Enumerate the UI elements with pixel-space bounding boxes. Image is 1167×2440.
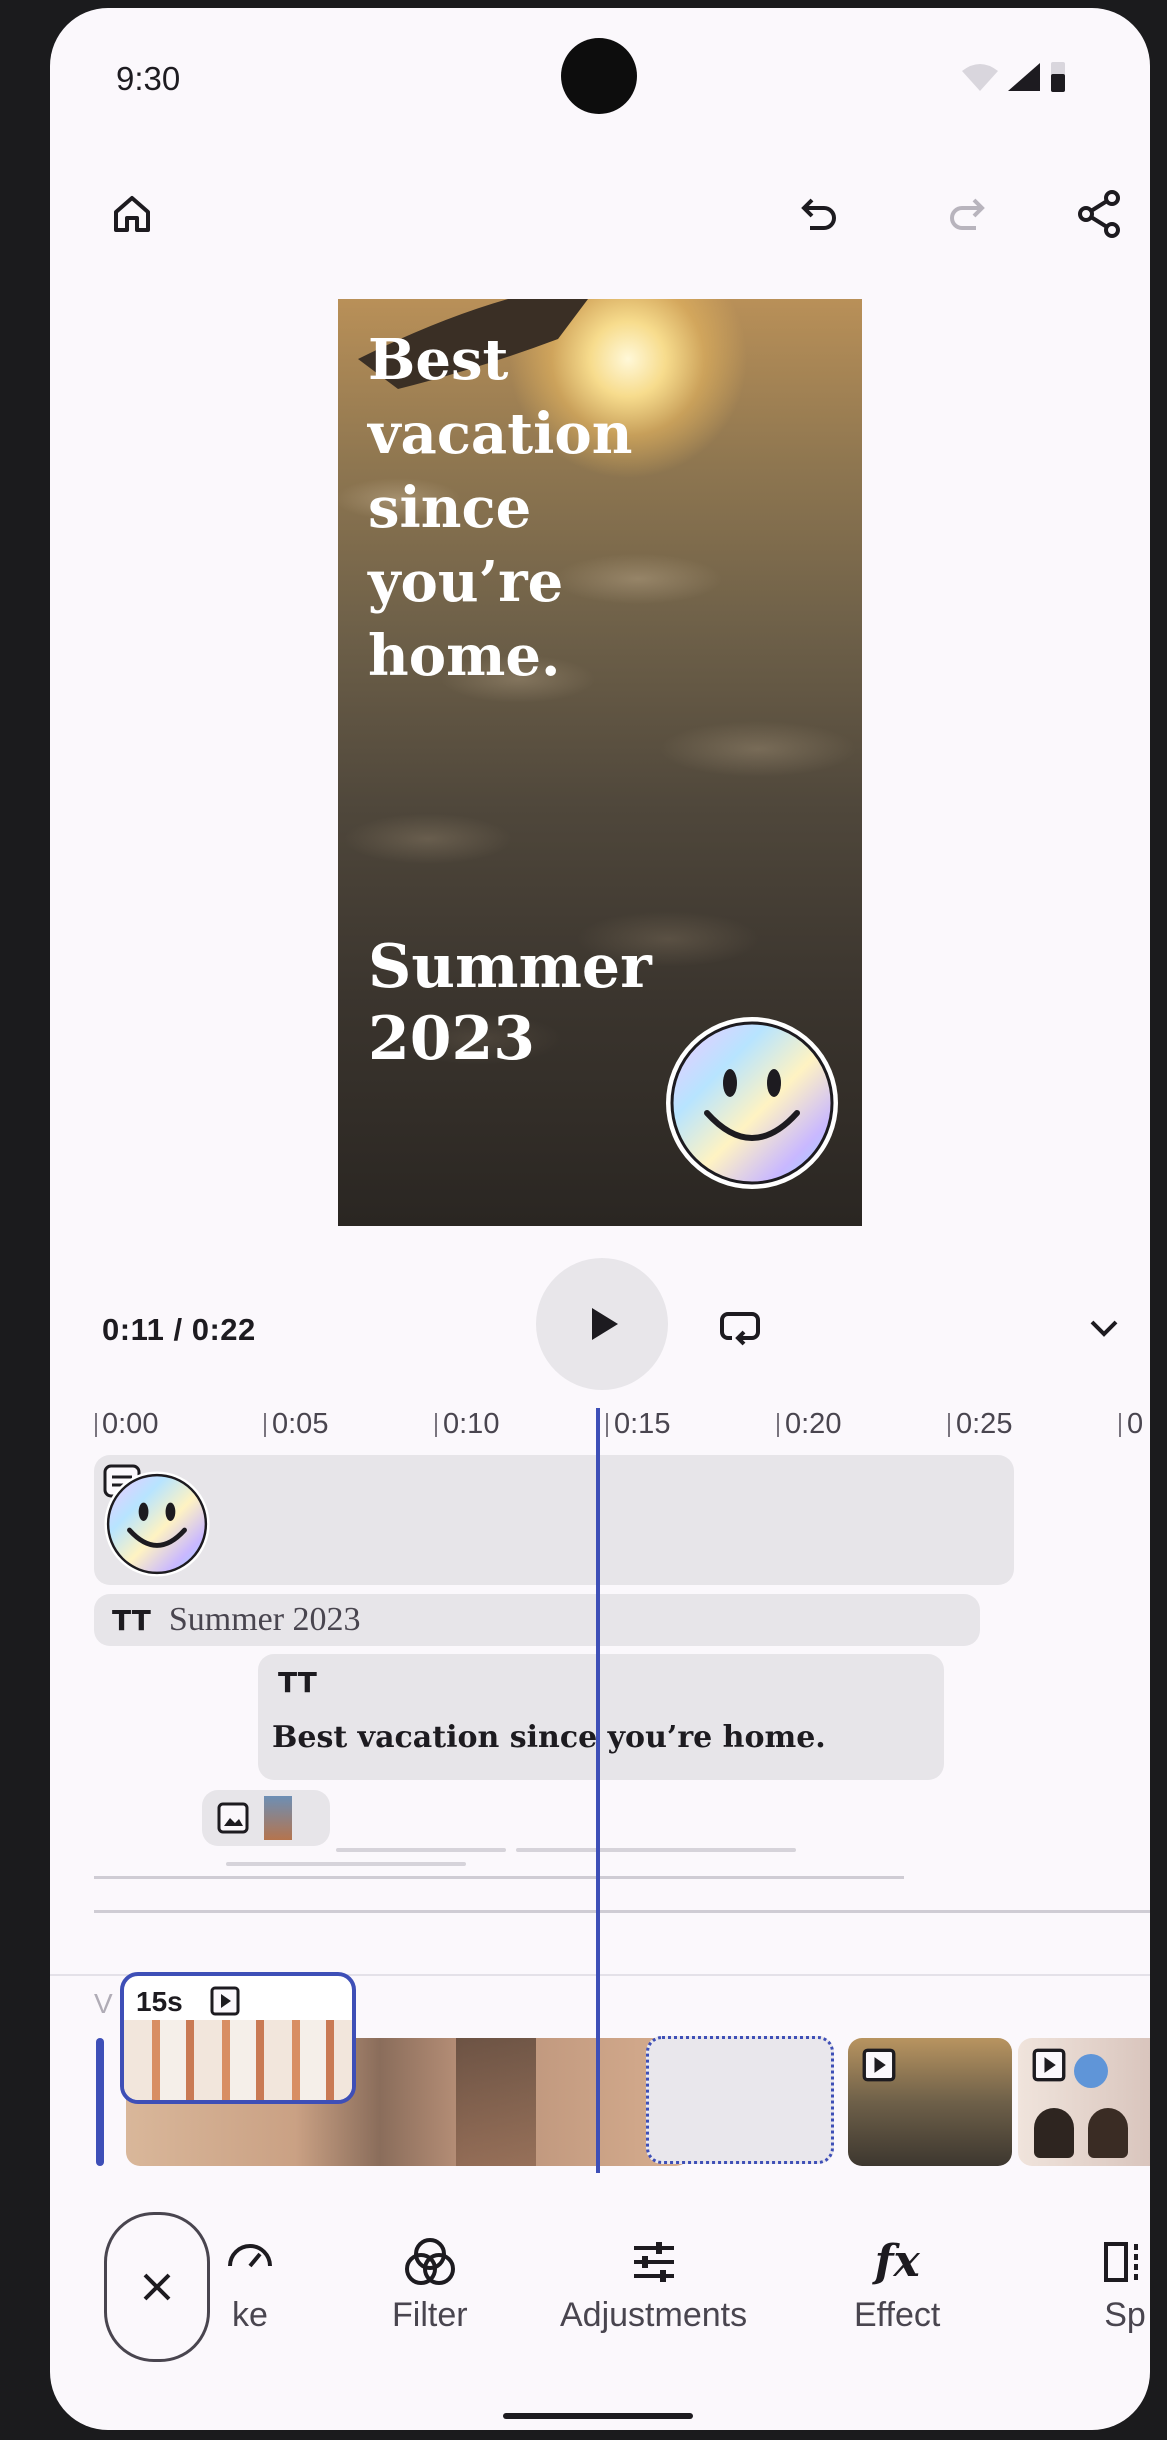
smiley-sticker[interactable] xyxy=(662,1013,842,1198)
clip-frame xyxy=(456,2038,536,2166)
adjustments-icon xyxy=(633,2242,674,2282)
ruler-label: 0:20 xyxy=(785,1408,842,1440)
time-separator: / xyxy=(173,1312,183,1347)
ruler-tick xyxy=(95,1413,97,1437)
video-clip-icon xyxy=(1032,2048,1066,2082)
ruler-label: 0:10 xyxy=(443,1408,500,1440)
clip-thumbnail xyxy=(1088,2108,1128,2158)
phone-screen: 9:30 Best vacation since you’re home. Su… xyxy=(50,8,1150,2430)
camera-cutout xyxy=(561,38,637,114)
ruler-label: 0:25 xyxy=(956,1408,1013,1440)
chevron-down-icon xyxy=(1090,1320,1118,1337)
selected-clip[interactable]: 15s xyxy=(120,1972,356,2104)
ruler-label: 0:15 xyxy=(614,1408,671,1440)
tool-label: Effect xyxy=(854,2296,941,2334)
ruler-tick xyxy=(948,1413,950,1437)
split-icon xyxy=(1104,2242,1138,2282)
text-type-icon: TT xyxy=(278,1666,317,1699)
play-button[interactable] xyxy=(536,1258,668,1390)
gesture-home-bar[interactable] xyxy=(503,2413,693,2419)
sticker-track[interactable] xyxy=(94,1455,1014,1585)
ruler-label: 0 xyxy=(1127,1408,1144,1440)
tool-effect[interactable]: fx Effect xyxy=(854,2236,940,2335)
text-track-summer[interactable]: TT Summer 2023 xyxy=(94,1594,980,1646)
ruler-tick xyxy=(1119,1413,1121,1437)
home-button[interactable] xyxy=(102,184,162,244)
home-icon xyxy=(114,196,150,232)
video-clip-icon xyxy=(862,2048,896,2082)
track-divider xyxy=(94,1910,1150,1913)
ruler-label: 0:05 xyxy=(272,1408,329,1440)
wifi-icon xyxy=(962,64,998,91)
tool-split[interactable]: Sp xyxy=(1100,2236,1150,2335)
redo-button[interactable] xyxy=(938,184,998,244)
share-icon xyxy=(1078,190,1120,238)
track-line xyxy=(226,1862,466,1866)
clip-people[interactable] xyxy=(1018,2038,1150,2166)
close-button[interactable] xyxy=(104,2212,210,2362)
status-icons xyxy=(960,60,1068,94)
ruler-tick xyxy=(777,1413,779,1437)
clip-thumbnail xyxy=(1034,2108,1074,2158)
tool-speed[interactable]: ke xyxy=(224,2236,276,2335)
ruler-label: 0:00 xyxy=(102,1408,159,1440)
tool-filter[interactable]: Filter xyxy=(392,2236,468,2335)
clip-thumbnail xyxy=(124,2020,352,2100)
playhead[interactable] xyxy=(596,1408,600,2173)
video-preview[interactable]: Best vacation since you’re home. Summer … xyxy=(338,299,862,1226)
play-icon xyxy=(592,1308,618,1340)
undo-button[interactable] xyxy=(788,184,848,244)
battery-icon xyxy=(1051,62,1065,92)
strip-handle[interactable] xyxy=(96,2038,104,2166)
clip-duration: 15s xyxy=(136,1986,183,2017)
share-button[interactable] xyxy=(1070,184,1130,244)
preview-subtitle[interactable]: Summer 2023 xyxy=(368,931,708,1075)
collapse-button[interactable] xyxy=(1074,1298,1134,1358)
image-thumbnail xyxy=(264,1796,292,1840)
empty-clip-slot[interactable] xyxy=(646,2036,834,2164)
redo-icon xyxy=(950,198,985,230)
text-track-label: Best vacation since you’re home. xyxy=(272,1720,826,1755)
preview-headline[interactable]: Best vacation since you’re home. xyxy=(368,323,698,693)
current-time: 0:11 xyxy=(102,1312,165,1347)
close-icon xyxy=(143,2273,171,2301)
tool-label: Filter xyxy=(392,2296,468,2334)
track-line xyxy=(516,1848,796,1852)
clip-strip-letter: V xyxy=(94,1988,113,2019)
loop-button[interactable] xyxy=(710,1298,770,1358)
ruler-tick xyxy=(264,1413,266,1437)
video-clip-icon xyxy=(210,1986,240,2016)
speed-icon xyxy=(228,2244,272,2268)
status-time: 9:30 xyxy=(116,60,181,97)
sticker-thumbnail xyxy=(104,1471,210,1577)
ruler-tick xyxy=(435,1413,437,1437)
clip-thumbnail xyxy=(1074,2054,1108,2088)
total-time: 0:22 xyxy=(191,1312,256,1347)
effect-icon: fx xyxy=(874,2236,920,2287)
clip-clouds[interactable] xyxy=(848,2038,1012,2166)
tool-label: Adjustments xyxy=(560,2296,748,2334)
filter-icon xyxy=(404,2238,455,2285)
loop-icon xyxy=(720,1312,760,1346)
tool-label: Sp xyxy=(1104,2296,1146,2334)
tool-adjustments[interactable]: Adjustments xyxy=(560,2236,747,2335)
text-track-headline[interactable]: TT Best vacation since you’re home. xyxy=(258,1654,944,1780)
smiley-icon xyxy=(666,1017,838,1189)
track-line xyxy=(336,1848,506,1852)
text-type-icon: TT xyxy=(112,1603,151,1637)
signal-icon xyxy=(1008,63,1040,91)
undo-icon xyxy=(801,198,836,230)
tool-label: ke xyxy=(232,2296,268,2334)
image-track[interactable] xyxy=(202,1790,330,1846)
timecode: 0:11 / 0:22 xyxy=(102,1312,256,1348)
image-icon xyxy=(217,1802,249,1834)
ruler-tick xyxy=(606,1413,608,1437)
track-line xyxy=(94,1876,904,1879)
text-track-label: Summer 2023 xyxy=(168,1601,361,1638)
